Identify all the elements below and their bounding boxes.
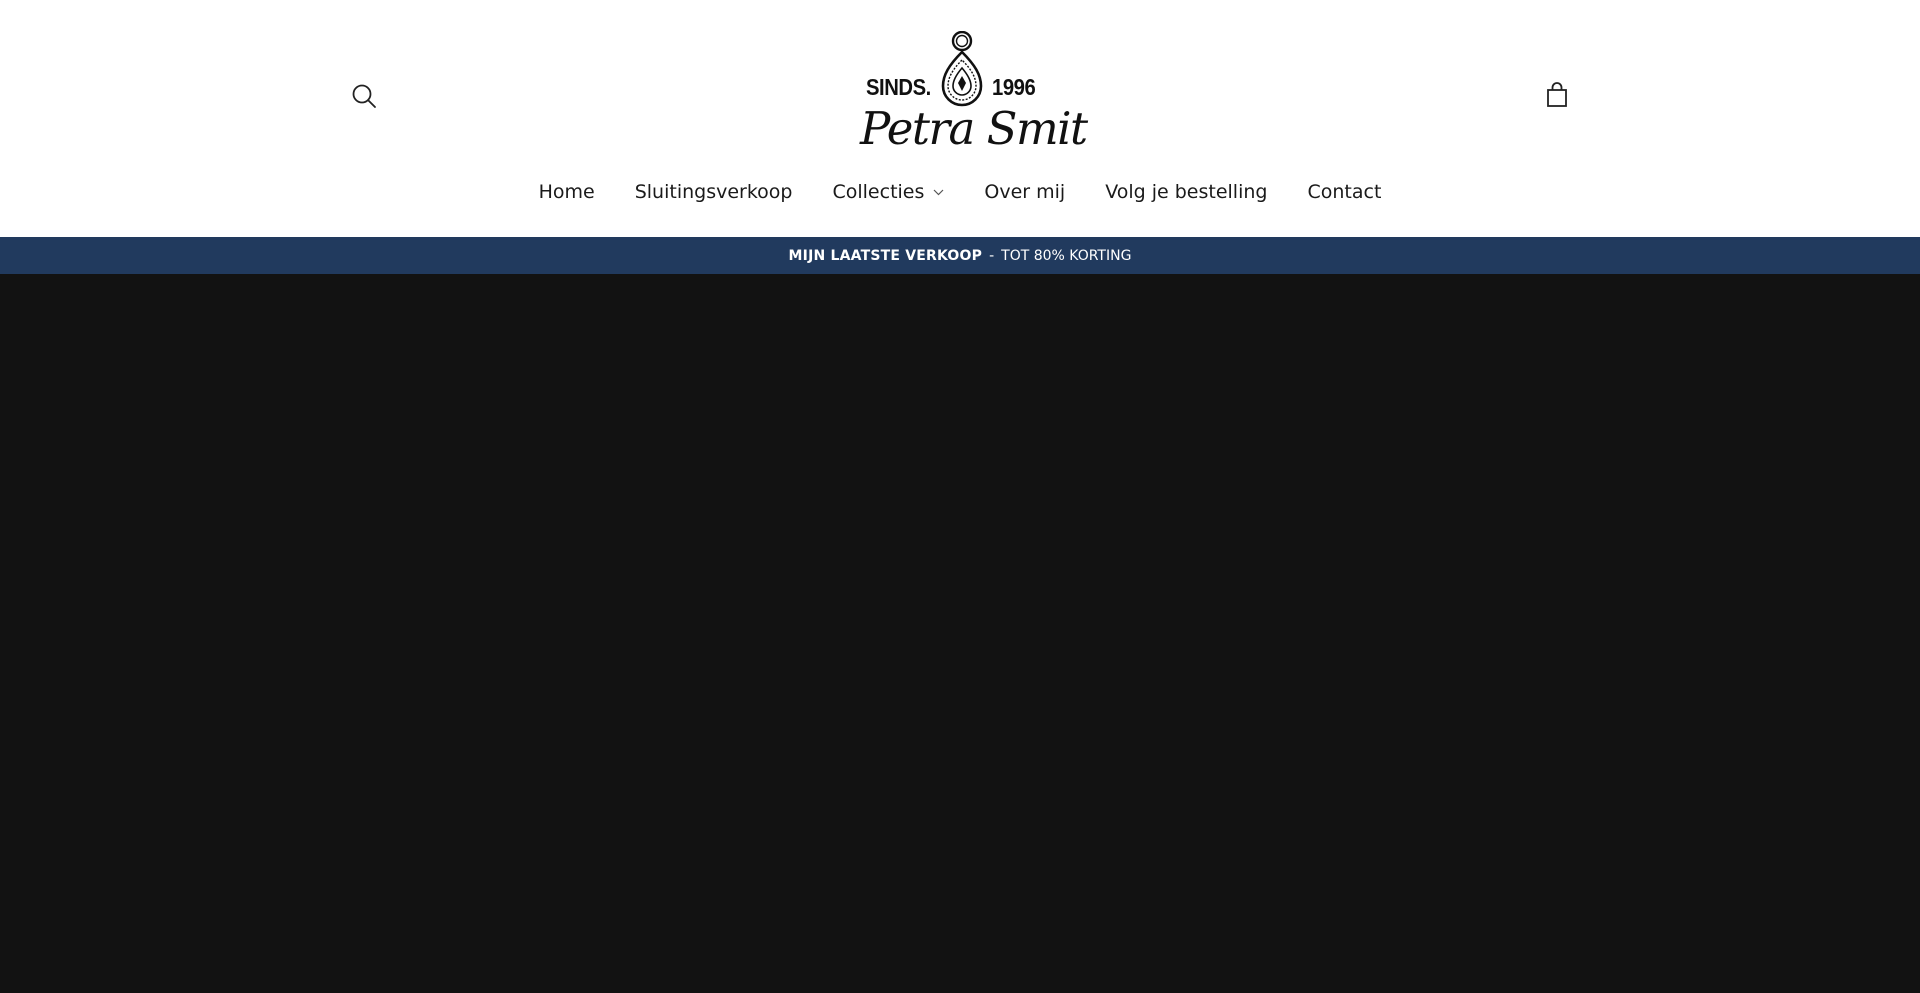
announcement-bar[interactable]: MIJN LAATSTE VERKOOP - TOT 80% KORTING xyxy=(0,237,1920,274)
nav-item-label: Contact xyxy=(1307,181,1382,203)
nav-item-over-mij[interactable]: Over mij xyxy=(964,181,1085,203)
nav-item-label: Volg je bestelling xyxy=(1105,181,1268,203)
logo-since-label: SINDS. xyxy=(866,74,931,100)
site-header: SINDS. 1996 Petra Smit Home Sluitingsver… xyxy=(0,0,1920,237)
nav-item-collecties[interactable]: Collecties xyxy=(812,181,964,203)
nav-item-sluitingsverkoop[interactable]: Sluitingsverkoop xyxy=(615,181,813,203)
earring-emblem-icon xyxy=(941,31,983,107)
search-icon xyxy=(352,84,376,108)
nav-item-label: Over mij xyxy=(984,181,1066,203)
main-navigation: Home Sluitingsverkoop Collecties Over mi… xyxy=(0,176,1920,208)
nav-item-contact[interactable]: Contact xyxy=(1287,181,1401,203)
logo-wordmark: Petra Smit xyxy=(860,102,1088,155)
search-button[interactable] xyxy=(350,82,378,110)
shopping-bag-icon xyxy=(1547,82,1567,107)
hero-banner xyxy=(0,274,1920,993)
nav-item-label: Collecties xyxy=(832,181,925,203)
nav-item-volg-je-bestelling[interactable]: Volg je bestelling xyxy=(1085,181,1287,203)
nav-item-home[interactable]: Home xyxy=(519,181,615,203)
announcement-separator: - xyxy=(989,247,995,264)
logo-year: 1996 xyxy=(992,74,1036,100)
nav-item-label: Sluitingsverkoop xyxy=(634,181,793,203)
cart-button[interactable] xyxy=(1542,80,1572,110)
site-logo[interactable]: SINDS. 1996 Petra Smit xyxy=(860,28,1088,160)
announcement-text: TOT 80% KORTING xyxy=(1001,247,1132,264)
chevron-down-icon xyxy=(933,189,944,195)
nav-item-label: Home xyxy=(538,181,595,203)
announcement-highlight: MIJN LAATSTE VERKOOP xyxy=(788,247,983,264)
